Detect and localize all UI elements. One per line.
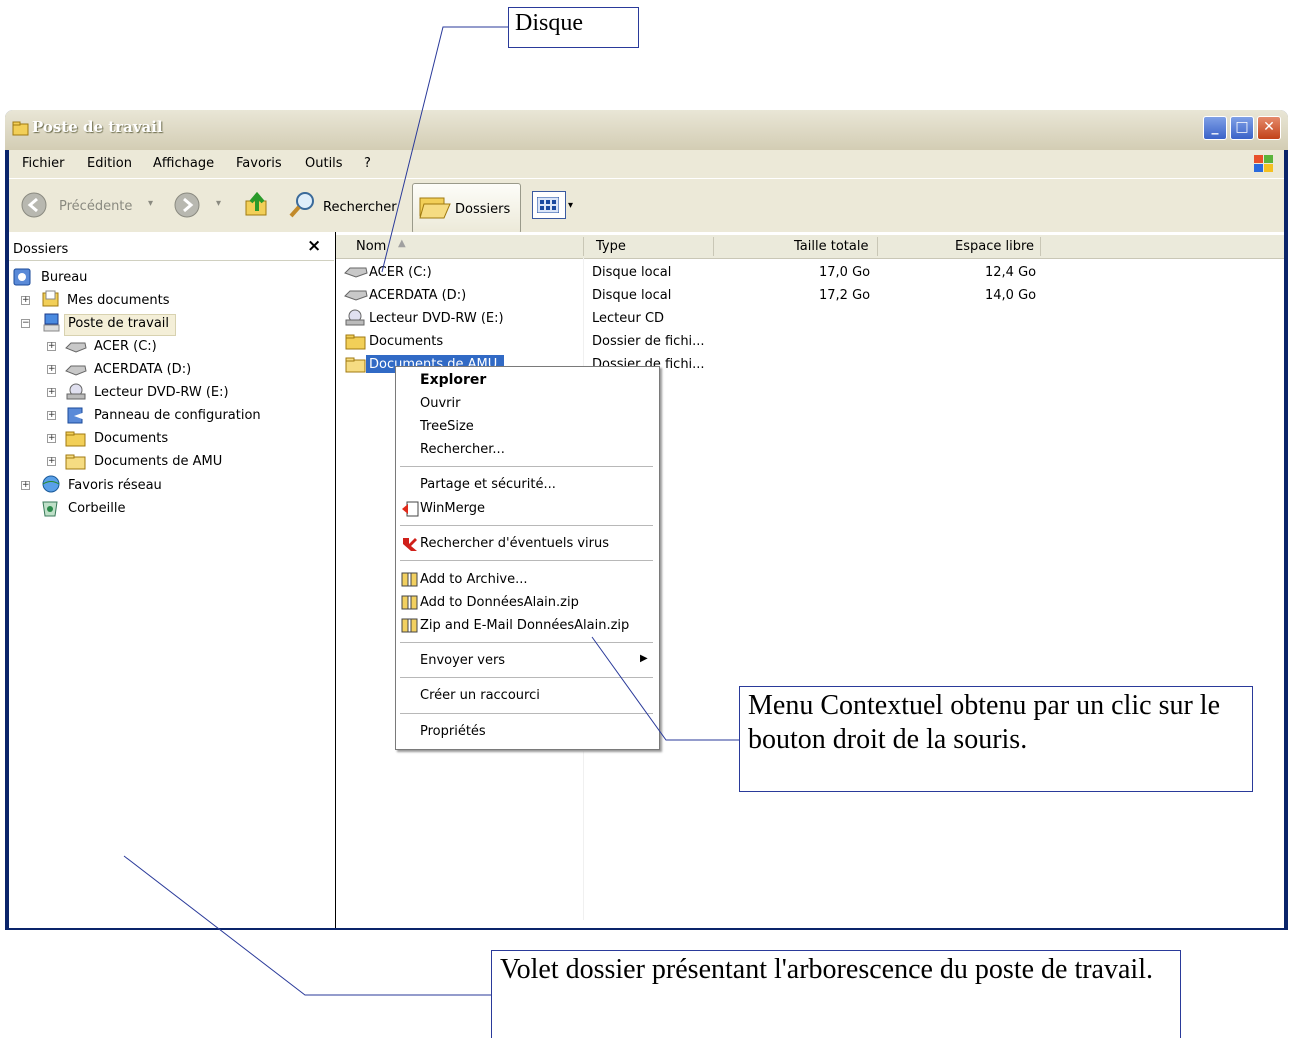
callout-leader-lines (123, 26, 739, 996)
